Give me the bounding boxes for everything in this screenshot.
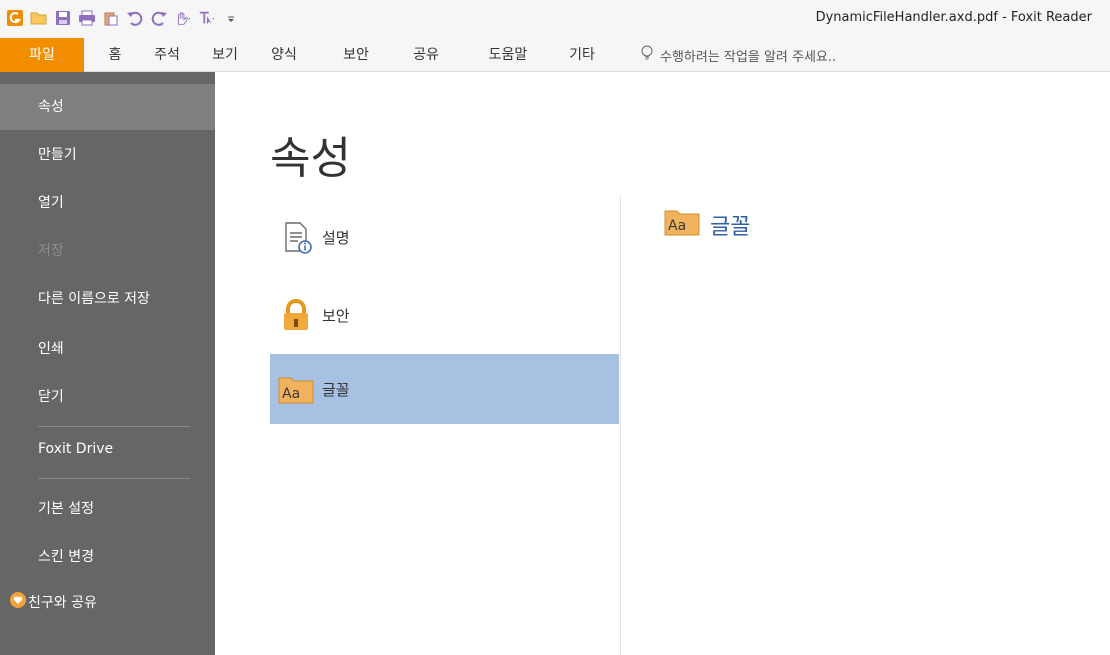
lightbulb-icon [640,45,654,65]
font-folder-icon: Aa [664,208,700,242]
menu-item-open[interactable]: 열기 [0,180,215,226]
font-folder-icon: Aa [278,371,314,407]
heart-icon [10,592,26,608]
detail-header: Aa 글꼴 [664,208,750,242]
file-menu-sidebar: 속성 만들기 열기 저장 다른 이름으로 저장 인쇄 닫기 Foxit Driv… [0,72,215,655]
lock-icon [278,297,314,333]
menu-item-foxit-drive[interactable]: Foxit Drive [0,426,215,472]
document-info-icon [278,219,314,255]
tab-help[interactable]: 도움말 [480,38,536,72]
menu-item-print[interactable]: 인쇄 [0,326,215,372]
title-bar: DynamicFileHandler.axd.pdf - Foxit Reade… [0,0,1110,38]
tab-security[interactable]: 보안 [336,38,376,72]
menu-divider [38,478,190,479]
column-divider [620,196,621,655]
page-title: 속성 [270,133,351,184]
property-fonts[interactable]: Aa 글꼴 [270,354,619,424]
property-security-label: 보안 [322,306,350,325]
menu-item-share-friends[interactable]: 친구와 공유 [0,580,215,626]
menu-item-change-skin[interactable]: 스킨 변경 [0,534,215,580]
property-description-label: 설명 [322,228,350,247]
select-text-icon[interactable] [198,9,216,27]
tab-share[interactable]: 공유 [406,38,446,72]
svg-text:Aa: Aa [668,218,686,234]
property-security[interactable]: 보안 [270,280,619,350]
menu-item-save: 저장 [38,243,64,259]
window-title: DynamicFileHandler.axd.pdf - Foxit Reade… [815,10,1092,25]
menu-item-close[interactable]: 닫기 [0,374,215,420]
quick-access-toolbar [6,8,240,28]
tell-me-search[interactable]: 수행하려는 작업을 알려 주세요.. [640,38,836,72]
tab-form[interactable]: 양식 [264,38,304,72]
svg-text:Aa: Aa [282,386,300,402]
foxit-logo-icon[interactable] [6,9,24,27]
tab-comment[interactable]: 주석 [148,38,186,72]
property-fonts-label: 글꼴 [322,380,350,399]
menu-item-save-as[interactable]: 다른 이름으로 저장 [0,276,215,322]
redo-icon[interactable] [150,9,168,27]
menu-item-create[interactable]: 만들기 [0,132,215,178]
tab-view[interactable]: 보기 [206,38,244,72]
save-icon[interactable] [54,9,72,27]
paste-icon[interactable] [102,9,120,27]
print-icon[interactable] [78,9,96,27]
menu-item-properties[interactable]: 속성 [0,84,215,130]
tell-me-text: 수행하려는 작업을 알려 주세요.. [660,49,837,65]
tab-home[interactable]: 홈 [98,38,132,72]
property-description[interactable]: 설명 [270,202,619,272]
ribbon-tab-row: 파일 홈 주석 보기 양식 보안 공유 도움말 기타 수행하려는 작업을 알려 … [0,38,1110,72]
menu-item-preferences[interactable]: 기본 설정 [0,486,215,532]
hand-tool-icon[interactable] [174,9,192,27]
detail-title: 글꼴 [710,215,751,240]
open-folder-icon[interactable] [30,9,48,27]
tab-extras[interactable]: 기타 [562,38,602,72]
undo-icon[interactable] [126,9,144,27]
tab-file[interactable]: 파일 [0,38,84,72]
customize-dropdown-icon[interactable] [222,9,240,27]
